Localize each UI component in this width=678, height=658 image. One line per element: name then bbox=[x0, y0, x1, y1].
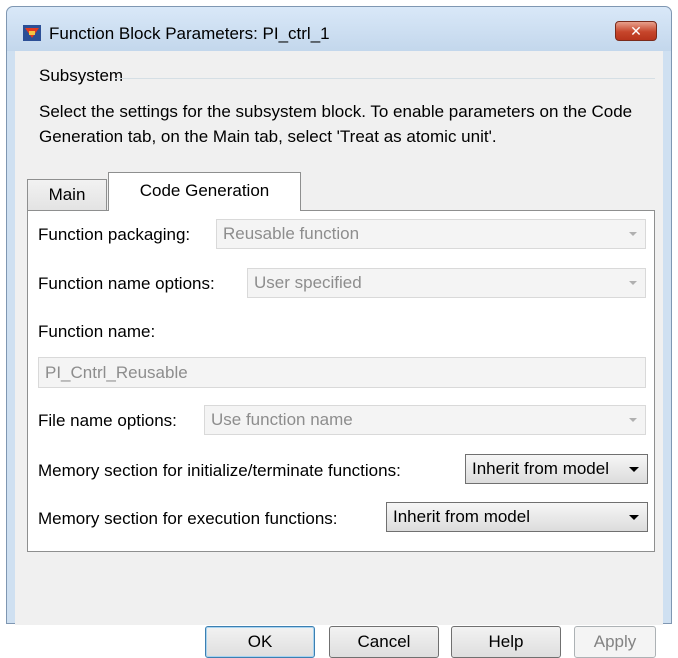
group-label: Subsystem bbox=[39, 66, 124, 85]
dialog-window: Function Block Parameters: PI_ctrl_1 ✕ S… bbox=[6, 6, 672, 658]
memory-exec-value: Inherit from model bbox=[393, 507, 530, 526]
code-generation-panel: Function packaging: Reusable function Fu… bbox=[27, 210, 655, 552]
file-name-options-label: File name options: bbox=[38, 411, 177, 430]
dialog-body: Subsystem Select the settings for the su… bbox=[15, 51, 663, 658]
function-name-options-label: Function name options: bbox=[38, 274, 215, 293]
function-name-options-value: User specified bbox=[254, 273, 362, 292]
help-button[interactable]: Help bbox=[451, 626, 561, 658]
simulink-block-icon bbox=[23, 25, 41, 41]
chevron-down-icon bbox=[629, 281, 637, 285]
chevron-down-icon bbox=[629, 418, 637, 422]
close-icon: ✕ bbox=[630, 23, 642, 39]
function-packaging-select: Reusable function bbox=[216, 219, 646, 249]
chevron-down-icon bbox=[629, 467, 639, 472]
close-button[interactable]: ✕ bbox=[615, 21, 657, 41]
function-name-label: Function name: bbox=[38, 322, 156, 341]
function-packaging-label: Function packaging: bbox=[38, 225, 191, 244]
group-description: Select the settings for the subsystem bl… bbox=[39, 102, 633, 146]
file-name-options-value: Use function name bbox=[211, 410, 353, 429]
ok-button[interactable]: OK bbox=[205, 626, 315, 658]
memory-exec-select[interactable]: Inherit from model bbox=[386, 502, 648, 532]
file-name-options-select: Use function name bbox=[204, 405, 646, 435]
function-name-field: PI_Cntrl_Reusable bbox=[38, 357, 646, 388]
chevron-down-icon bbox=[629, 232, 637, 236]
chevron-down-icon bbox=[629, 515, 639, 520]
cancel-button[interactable]: Cancel bbox=[329, 626, 439, 658]
function-name-options-select: User specified bbox=[247, 268, 646, 298]
group-divider bbox=[115, 78, 655, 79]
memory-init-term-label: Memory section for initialize/terminate … bbox=[38, 461, 401, 480]
memory-exec-label: Memory section for execution functions: bbox=[38, 509, 338, 528]
memory-init-term-select[interactable]: Inherit from model bbox=[465, 454, 648, 484]
memory-init-term-value: Inherit from model bbox=[472, 459, 609, 478]
function-packaging-value: Reusable function bbox=[223, 224, 360, 243]
tab-code-generation[interactable]: Code Generation bbox=[108, 172, 301, 211]
window-title: Function Block Parameters: PI_ctrl_1 bbox=[49, 24, 330, 43]
apply-button[interactable]: Apply bbox=[574, 626, 656, 658]
title-bar[interactable]: Function Block Parameters: PI_ctrl_1 ✕ bbox=[7, 7, 671, 51]
tab-main[interactable]: Main bbox=[27, 179, 107, 210]
